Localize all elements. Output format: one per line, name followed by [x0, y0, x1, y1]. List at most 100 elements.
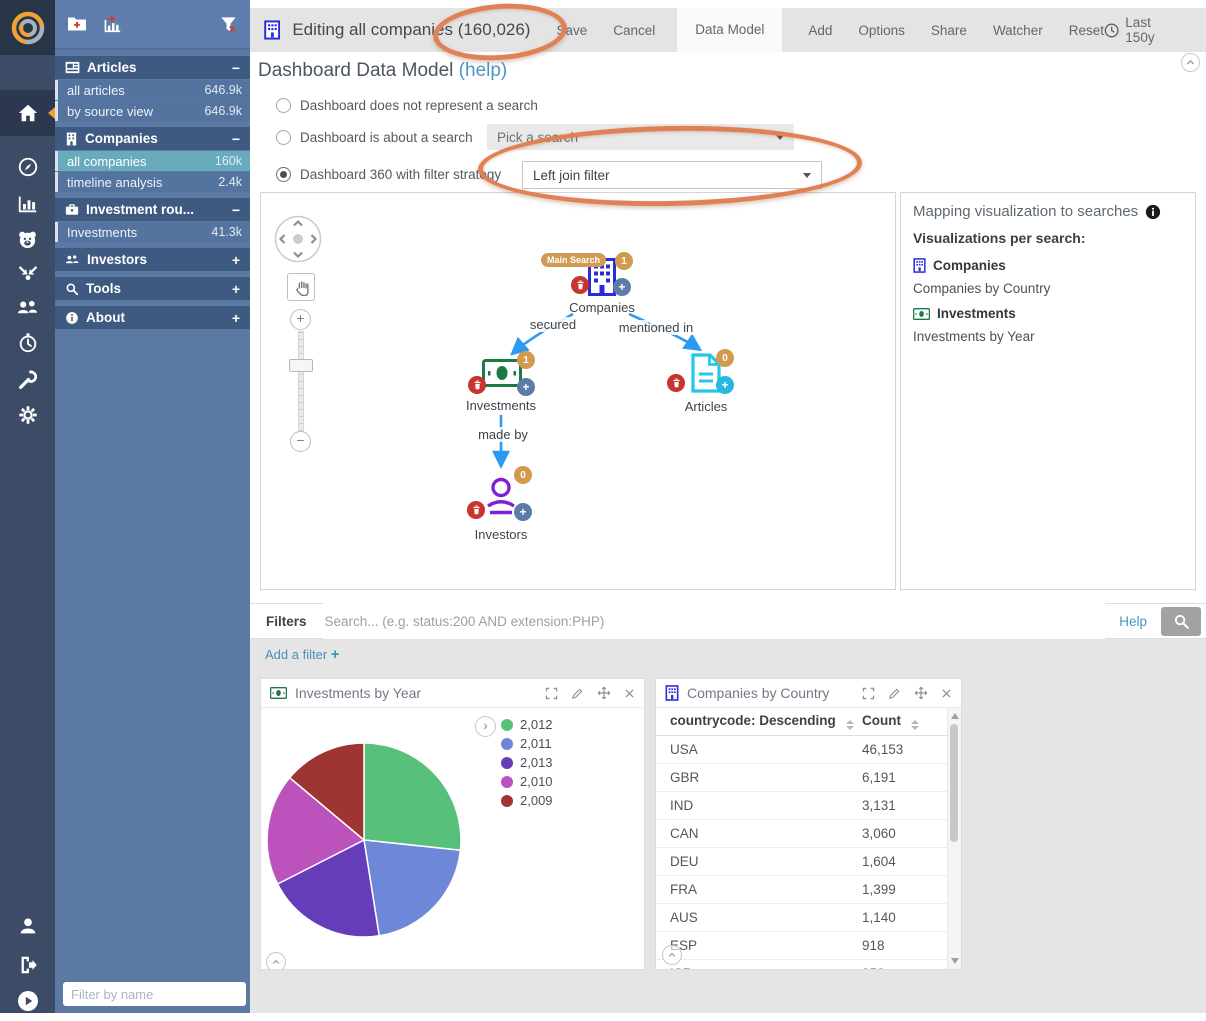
collapse-toggle[interactable]: −: [232, 60, 240, 76]
scroll-up-arrow[interactable]: [951, 713, 959, 719]
nav-section-header-companies[interactable]: Companies −: [55, 127, 250, 150]
nav-item-investments[interactable]: Investments 41.3k: [55, 222, 250, 242]
zoom-slider-thumb[interactable]: [289, 359, 313, 372]
pie-chart[interactable]: [261, 709, 645, 970]
save-button[interactable]: Save: [556, 23, 587, 38]
legend-toggle-button[interactable]: ›: [475, 716, 496, 737]
filter-strategy-select[interactable]: Left join filter: [522, 161, 822, 189]
graph-pan-control[interactable]: [274, 215, 322, 263]
nav-section-header-investment-rounds[interactable]: Investment rou... −: [55, 198, 250, 221]
table-scrollbar[interactable]: [947, 708, 961, 969]
nav-item-by-source-view[interactable]: by source view 646.9k: [55, 101, 250, 121]
table-row[interactable]: GBR6,191: [656, 764, 948, 792]
rail-item-dashboards[interactable]: [0, 90, 55, 136]
legend-item[interactable]: 2,013: [501, 753, 553, 772]
zoom-slider-track[interactable]: [298, 331, 304, 433]
scrollbar-thumb[interactable]: [950, 724, 958, 842]
nav-section-header-articles[interactable]: Articles −: [55, 56, 250, 79]
collapse-toggle[interactable]: −: [232, 131, 240, 147]
radio-dashboard-360[interactable]: [276, 167, 291, 182]
move-icon[interactable]: [597, 686, 611, 700]
nav-section-header-about[interactable]: About +: [55, 306, 250, 329]
remove-node-button[interactable]: [468, 376, 486, 394]
expand-toggle[interactable]: +: [232, 310, 240, 326]
legend-item[interactable]: 2,010: [501, 772, 553, 791]
table-row[interactable]: ISR852: [656, 960, 948, 970]
edit-pencil-icon[interactable]: [571, 687, 584, 700]
expand-icon[interactable]: [862, 687, 875, 700]
panel-collapse-button[interactable]: [662, 945, 682, 965]
table-row[interactable]: IND3,131: [656, 792, 948, 820]
collapse-data-model-button[interactable]: [1181, 53, 1200, 72]
cancel-button[interactable]: Cancel: [613, 23, 655, 38]
legend-item[interactable]: 2,009: [501, 791, 553, 810]
move-icon[interactable]: [914, 686, 928, 700]
pie-panel-header[interactable]: Investments by Year: [261, 679, 644, 708]
table-row[interactable]: DEU1,604: [656, 848, 948, 876]
reset-button[interactable]: Reset: [1069, 23, 1104, 38]
time-range-picker[interactable]: Last 150y: [1104, 15, 1178, 45]
remove-node-button[interactable]: [667, 374, 685, 392]
rail-item-timer[interactable]: [0, 323, 55, 363]
radio-about-search[interactable]: [276, 130, 291, 145]
table-panel-header[interactable]: Companies by Country: [656, 679, 961, 708]
add-relation-button[interactable]: +: [716, 376, 734, 394]
table-row[interactable]: ESP918: [656, 932, 948, 960]
rail-item-visualize[interactable]: [0, 184, 55, 224]
nav-filter-input[interactable]: [63, 982, 246, 1006]
search-input[interactable]: [323, 603, 1106, 639]
legend-item[interactable]: 2,012: [501, 715, 553, 734]
rail-item-settings[interactable]: [0, 395, 55, 435]
nav-item-all-companies[interactable]: all companies 160k: [55, 151, 250, 171]
zoom-in-button[interactable]: +: [290, 309, 311, 330]
expand-toggle[interactable]: +: [232, 252, 240, 268]
add-folder-icon[interactable]: [67, 15, 87, 33]
table-row[interactable]: FRA1,399: [656, 876, 948, 904]
remove-node-button[interactable]: [467, 501, 485, 519]
table-row[interactable]: CAN3,060: [656, 820, 948, 848]
add-visualization-icon[interactable]: [102, 15, 122, 33]
legend-item[interactable]: 2,011: [501, 734, 553, 753]
column-header-count[interactable]: Count: [862, 713, 948, 730]
mapping-viz-investments-by-year[interactable]: Investments by Year: [913, 329, 1183, 344]
expand-icon[interactable]: [545, 687, 558, 700]
help-link[interactable]: Help: [1119, 614, 1147, 629]
add-relation-button[interactable]: +: [514, 503, 532, 521]
options-button[interactable]: Options: [858, 23, 905, 38]
pick-search-select[interactable]: Pick a search: [487, 124, 794, 150]
tab-data-model[interactable]: Data Model: [677, 8, 782, 52]
clear-filter-funnel-icon[interactable]: [219, 15, 238, 34]
pie-slice[interactable]: [364, 840, 460, 936]
table-row[interactable]: AUS1,140: [656, 904, 948, 932]
collapse-toggle[interactable]: −: [232, 202, 240, 218]
rail-item-user[interactable]: [0, 906, 55, 946]
rail-item-graph-browser[interactable]: [0, 219, 55, 259]
mapping-viz-companies-by-country[interactable]: Companies by Country: [913, 281, 1183, 296]
add-relation-button[interactable]: +: [517, 378, 535, 396]
search-button[interactable]: [1161, 607, 1201, 636]
remove-node-button[interactable]: [571, 276, 589, 294]
panel-collapse-button[interactable]: [266, 952, 286, 970]
scroll-down-arrow[interactable]: [951, 958, 959, 964]
nav-item-timeline-analysis[interactable]: timeline analysis 2.4k: [55, 172, 250, 192]
watcher-button[interactable]: Watcher: [993, 23, 1043, 38]
add-relation-button[interactable]: +: [613, 278, 631, 296]
table-row[interactable]: USA46,153: [656, 736, 948, 764]
info-icon[interactable]: [1145, 204, 1161, 220]
column-header-countrycode[interactable]: countrycode: Descending: [656, 713, 862, 730]
add-filter-button[interactable]: Add a filter +: [265, 646, 340, 663]
add-button[interactable]: Add: [808, 23, 832, 38]
nav-item-all-articles[interactable]: all articles 646.9k: [55, 80, 250, 100]
pie-slice[interactable]: [364, 743, 461, 850]
rail-item-discover[interactable]: [0, 147, 55, 187]
radio-no-search[interactable]: [276, 98, 291, 113]
nav-section-header-investors[interactable]: Investors +: [55, 248, 250, 271]
siren-logo[interactable]: [0, 0, 55, 55]
rail-item-play[interactable]: [0, 981, 55, 1021]
rail-item-logout[interactable]: [0, 945, 55, 985]
help-link[interactable]: (help): [459, 60, 508, 81]
close-icon[interactable]: [624, 688, 635, 699]
share-button[interactable]: Share: [931, 23, 967, 38]
graph-hand-tool-button[interactable]: [287, 273, 315, 301]
rail-item-people[interactable]: [0, 287, 55, 327]
